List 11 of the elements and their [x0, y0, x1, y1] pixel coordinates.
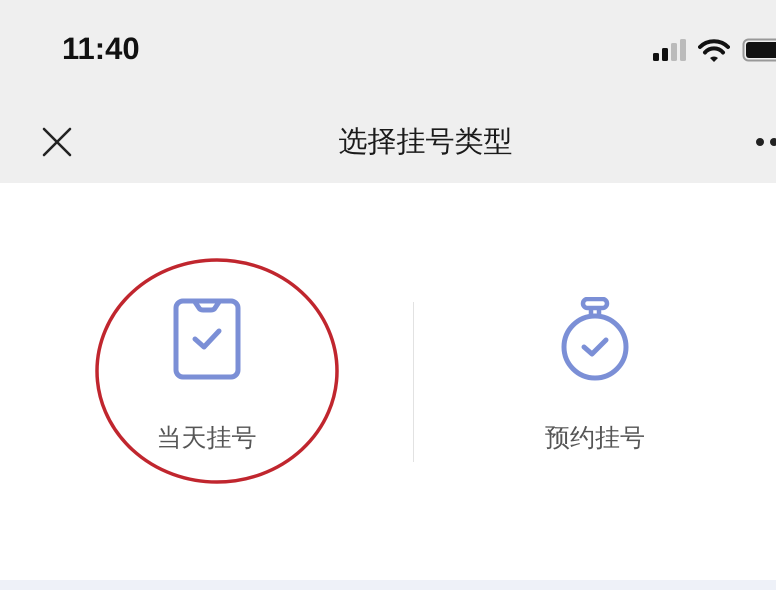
- status-time: 11:40: [62, 31, 140, 67]
- page-title: 选择挂号类型: [338, 122, 512, 160]
- option-label: 预约挂号: [545, 422, 645, 454]
- stopwatch-check-icon: [560, 297, 630, 381]
- clipboard-check-icon: [172, 297, 242, 381]
- more-icon: [755, 136, 776, 146]
- wifi-icon: [698, 38, 730, 62]
- signal-icon: [653, 39, 686, 61]
- close-icon: [42, 126, 72, 156]
- battery-icon: [742, 38, 776, 62]
- option-label: 当天挂号: [156, 422, 256, 454]
